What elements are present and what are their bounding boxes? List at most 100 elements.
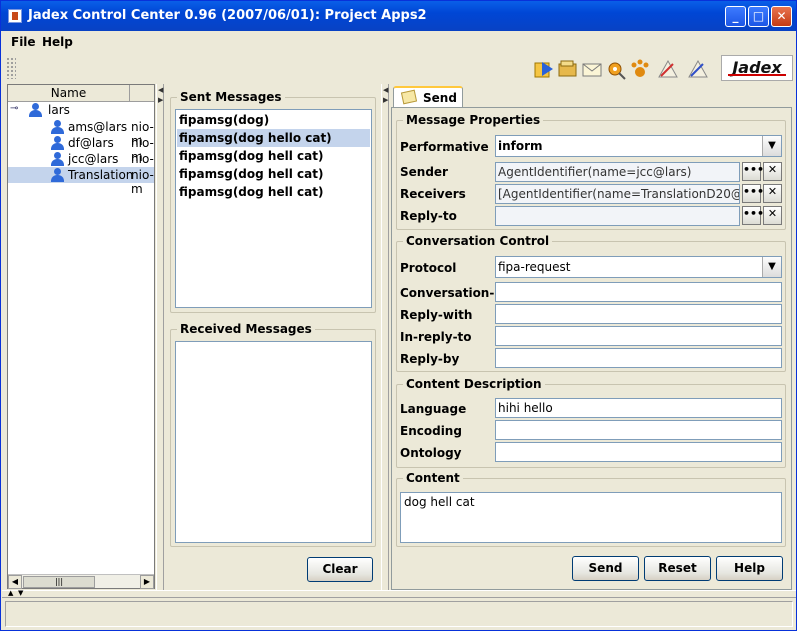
- toolbar-grip[interactable]: [6, 57, 16, 79]
- list-item-selected[interactable]: fipamsg(dog hello cat): [177, 129, 370, 147]
- tree-node-agent[interactable]: jcc@lars nio-m: [8, 151, 154, 180]
- tree-node-agent-selected[interactable]: Translation nio-m: [8, 167, 154, 196]
- sent-messages-title: Sent Messages: [177, 90, 285, 104]
- close-button[interactable]: ✕: [771, 6, 792, 27]
- menu-help[interactable]: Help: [42, 35, 73, 49]
- toolbar: Jadex: [2, 53, 796, 83]
- menu-bar: File Help: [2, 31, 796, 53]
- list-item[interactable]: fipamsg(dog hell cat): [177, 147, 370, 165]
- collapse-left-icon[interactable]: ◀: [383, 86, 388, 94]
- status-bar: [5, 601, 793, 627]
- reply-by-field[interactable]: [495, 348, 782, 368]
- sender-more-button[interactable]: •••: [742, 162, 764, 181]
- tree-node-label: jcc@lars: [68, 152, 119, 166]
- minimize-button[interactable]: _: [725, 6, 746, 27]
- list-item[interactable]: fipamsg(dog hell cat): [177, 183, 370, 201]
- tree-node-agent[interactable]: df@lars nio-m: [8, 135, 154, 164]
- tab-send[interactable]: Send: [393, 86, 463, 108]
- receivers-clear-button[interactable]: ✕: [763, 184, 782, 203]
- ontology-field[interactable]: [495, 442, 782, 462]
- receivers-more-button[interactable]: •••: [742, 184, 764, 203]
- expand-right-icon[interactable]: ▶: [158, 96, 163, 104]
- conversation-control-title: Conversation Control: [403, 234, 553, 248]
- expand-icon[interactable]: ⊸: [10, 103, 18, 114]
- sent-messages-group: Sent Messages fipamsg(dog) fipamsg(dog h…: [170, 90, 376, 313]
- reply-to-clear-button[interactable]: ✕: [763, 206, 782, 225]
- list-item[interactable]: fipamsg(dog hell cat): [177, 165, 370, 183]
- receivers-field[interactable]: [AgentIdentifier(name=TranslationD20@lar…: [495, 184, 740, 204]
- column-header-name[interactable]: Name: [8, 85, 130, 102]
- maximize-button[interactable]: □: [748, 6, 769, 27]
- conversation-id-field[interactable]: [495, 282, 782, 302]
- menu-file[interactable]: File: [11, 35, 36, 49]
- reply-with-label: Reply-with: [400, 308, 473, 322]
- tool-settings-icon[interactable]: [605, 58, 627, 80]
- protocol-select[interactable]: fipa-request ▼: [495, 256, 782, 278]
- send-tab-content: Message Properties Performative inform ▼…: [391, 107, 792, 590]
- list-item[interactable]: fipamsg(dog): [177, 111, 370, 129]
- message-icon[interactable]: [581, 58, 603, 80]
- platform-icon: [28, 103, 42, 117]
- reset-button[interactable]: Reset: [644, 556, 711, 581]
- sender-field[interactable]: AgentIdentifier(name=jcc@lars): [495, 162, 740, 182]
- content-group: Content dog hell cat: [396, 471, 786, 547]
- reply-to-field[interactable]: [495, 206, 740, 226]
- conversation-control-group: Conversation Control Protocol fipa-reque…: [396, 234, 786, 372]
- language-label: Language: [400, 402, 467, 416]
- agent-icon: [50, 136, 64, 150]
- right-splitter[interactable]: ◀ ▶: [381, 84, 389, 590]
- chevron-down-icon[interactable]: ▼: [762, 257, 781, 277]
- collapse-up-icon[interactable]: ▲: [8, 589, 13, 597]
- java-cup-icon: [8, 9, 22, 23]
- encoding-field[interactable]: [495, 420, 782, 440]
- help-button[interactable]: Help: [716, 556, 783, 581]
- left-splitter[interactable]: ◀ ▶: [156, 84, 164, 590]
- application-window: Jadex Control Center 0.96 (2007/06/01): …: [0, 0, 797, 631]
- scroll-right-icon[interactable]: ▶: [140, 575, 154, 589]
- title-bar[interactable]: Jadex Control Center 0.96 (2007/06/01): …: [1, 1, 796, 31]
- tree-node-label: df@lars: [68, 136, 114, 150]
- reply-by-label: Reply-by: [400, 352, 460, 366]
- scroll-thumb[interactable]: |||: [23, 576, 95, 588]
- encoding-label: Encoding: [400, 424, 462, 438]
- sender-clear-button[interactable]: ✕: [763, 162, 782, 181]
- expand-right-icon[interactable]: ▶: [383, 96, 388, 104]
- scroll-left-icon[interactable]: ◀: [8, 575, 22, 589]
- clear-button[interactable]: Clear: [307, 557, 373, 582]
- horizontal-scrollbar[interactable]: ◀ ||| ▶: [8, 574, 154, 589]
- window-title: Jadex Control Center 0.96 (2007/06/01): …: [28, 8, 427, 23]
- content-textarea[interactable]: dog hell cat: [400, 492, 782, 543]
- sent-messages-list[interactable]: fipamsg(dog) fipamsg(dog hello cat) fipa…: [175, 109, 372, 308]
- language-field[interactable]: hihi hello: [495, 398, 782, 418]
- expand-down-icon[interactable]: ▼: [18, 589, 23, 597]
- content-title: Content: [403, 471, 463, 485]
- received-messages-list[interactable]: [175, 341, 372, 543]
- dfbrowser-icon[interactable]: [687, 58, 709, 80]
- start-agent-icon[interactable]: [533, 58, 555, 80]
- chevron-down-icon[interactable]: ▼: [762, 136, 781, 156]
- paw-icon[interactable]: [629, 58, 651, 80]
- tree-node-agent[interactable]: ams@lars nio-m: [8, 119, 154, 148]
- performative-value: inform: [498, 139, 543, 153]
- protocol-value: fipa-request: [498, 260, 571, 274]
- in-reply-to-label: In-reply-to: [400, 330, 472, 344]
- send-icon: [400, 89, 418, 105]
- send-button[interactable]: Send: [572, 556, 639, 581]
- tree-node-root[interactable]: ⊸ lars: [8, 102, 154, 118]
- agent-tree-panel: Name ⊸ lars ams@lars nio-m df@lars nio-m…: [7, 84, 155, 589]
- in-reply-to-field[interactable]: [495, 326, 782, 346]
- tree-header: Name: [8, 85, 154, 102]
- tree-node-label: lars: [48, 103, 70, 117]
- column-header-address[interactable]: [130, 85, 154, 102]
- agent-icon: [50, 168, 64, 182]
- reply-to-more-button[interactable]: •••: [742, 206, 764, 225]
- open-project-icon[interactable]: [557, 58, 579, 80]
- conversation-center-icon[interactable]: [657, 58, 679, 80]
- received-messages-title: Received Messages: [177, 322, 315, 336]
- reply-with-field[interactable]: [495, 304, 782, 324]
- performative-select[interactable]: inform ▼: [495, 135, 782, 157]
- collapse-left-icon[interactable]: ◀: [158, 86, 163, 94]
- bottom-splitter[interactable]: ▲ ▼: [2, 589, 796, 598]
- protocol-label: Protocol: [400, 261, 457, 275]
- message-properties-group: Message Properties Performative inform ▼…: [396, 113, 786, 230]
